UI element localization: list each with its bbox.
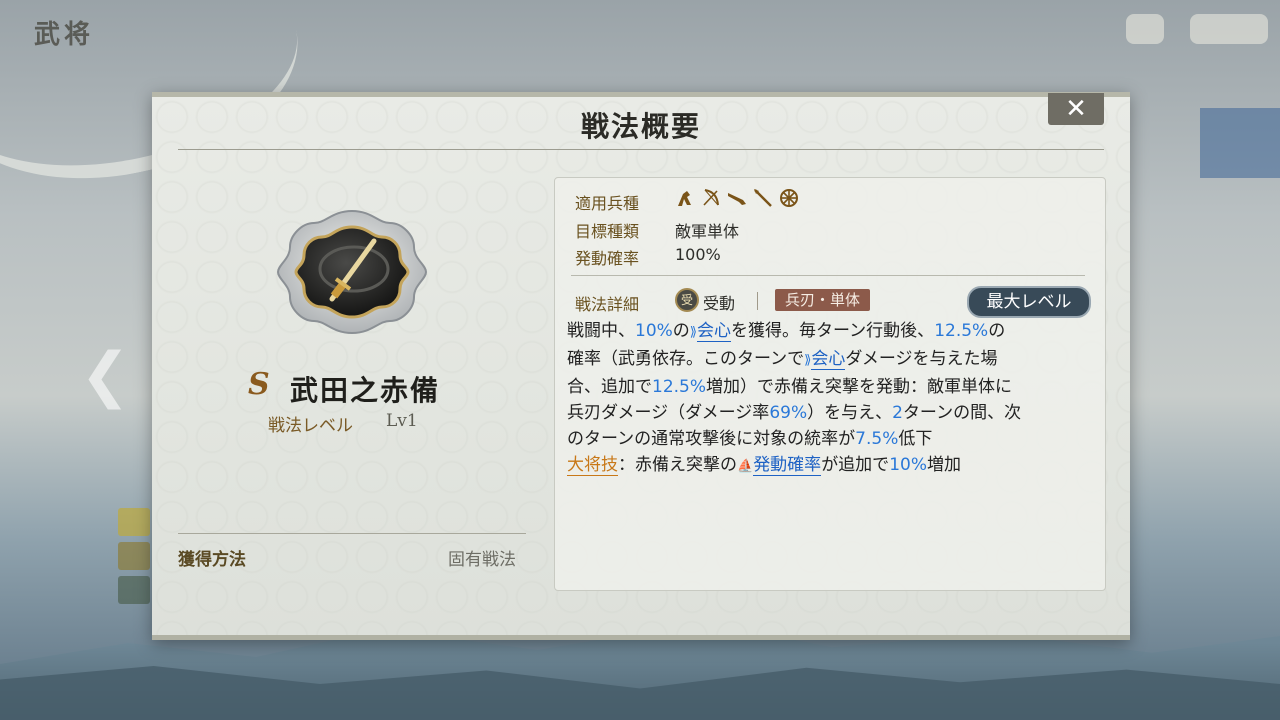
max-level-button[interactable]: 最大レベル (967, 286, 1091, 318)
skill-info-box: 適用兵種 目標種類 敵軍単体 発動確率 100% 戦法詳細 受 受動 兵刃・単体… (554, 177, 1106, 591)
background-back-button (1190, 14, 1268, 44)
title-divider (178, 149, 1104, 150)
background-side-icon (118, 576, 150, 604)
skill-detail-label: 戦法詳細 (575, 295, 640, 314)
cavalry-icon (678, 191, 691, 206)
background-side-icon (118, 542, 150, 570)
background-page-title: 武将 (34, 20, 95, 50)
archer-icon (703, 189, 719, 206)
activation-rate-label: 発動確率 (575, 249, 640, 268)
commander-skill-link[interactable]: 大将技 (567, 455, 618, 476)
passive-icon: 受 (675, 288, 699, 312)
skill-description: 戦闘中、10%の⟫会心を獲得。毎ターン行動後、12.5%の 確率（武勇依存。この… (567, 318, 1097, 480)
description-line: 兵刃ダメージ（ダメージ率69%）を与え、2ターンの間、次 (567, 403, 1022, 423)
critical-link[interactable]: 会心 (697, 321, 732, 342)
critical-link[interactable]: 会心 (811, 349, 846, 370)
panel-title: 戦法概要 (580, 110, 701, 143)
background-side-icon (118, 508, 150, 536)
activation-rate-value: 100% (675, 245, 721, 264)
acquire-method-value: 固有戦法 (448, 550, 516, 570)
skill-emblem-icon (274, 207, 430, 337)
wheel-icon (780, 189, 798, 207)
target-type-label: 目標種類 (575, 222, 640, 241)
acquire-divider (178, 533, 526, 534)
close-button[interactable]: ✕ (1048, 93, 1104, 125)
spear-icon (754, 189, 772, 207)
activation-rate-icon: ⛵ (737, 459, 754, 474)
skill-summary-panel: 戦法概要 ✕ S 武田之赤備 戦法レベル Lv1 獲得方法 固有戦法 適用兵種 … (152, 92, 1130, 640)
description-line: 合、追加で12.5%増加）で赤備え突撃を発動：敵軍単体に (567, 377, 1013, 397)
description-line: のターンの通常攻撃後に対象の統率が7.5%低下 (567, 429, 933, 449)
unit-type-label: 適用兵種 (575, 194, 640, 213)
acquire-method-label: 獲得方法 (178, 550, 246, 570)
passive-label: 受動 (703, 294, 736, 313)
skill-level-label: 戦法レベル (268, 416, 353, 436)
critical-icon: ⟫ (689, 325, 698, 340)
background-filter-button (1126, 14, 1164, 44)
skill-level-value: Lv1 (386, 411, 418, 431)
description-line: 戦闘中、10%の⟫会心を獲得。毎ターン行動後、12.5%の (567, 321, 1006, 342)
damage-type-tag: 兵刃・単体 (775, 289, 871, 311)
background-left-arrow-icon: ❮ (80, 340, 131, 410)
description-line: 大将技：赤備え突撃の⛵発動確率が追加で10%増加 (567, 455, 961, 476)
background-side-tab (1200, 108, 1280, 178)
detail-separator (757, 292, 758, 310)
info-divider (571, 275, 1085, 276)
unit-type-icons (675, 188, 799, 208)
skill-grade: S (248, 367, 270, 402)
description-line: 確率（武勇依存。このターンで⟫会心ダメージを与えた場 (567, 349, 998, 370)
gun-icon (728, 193, 746, 205)
skill-name: 武田之赤備 (290, 374, 441, 407)
target-type-value: 敵軍単体 (675, 222, 740, 241)
activation-rate-link[interactable]: 発動確率 (753, 455, 822, 476)
